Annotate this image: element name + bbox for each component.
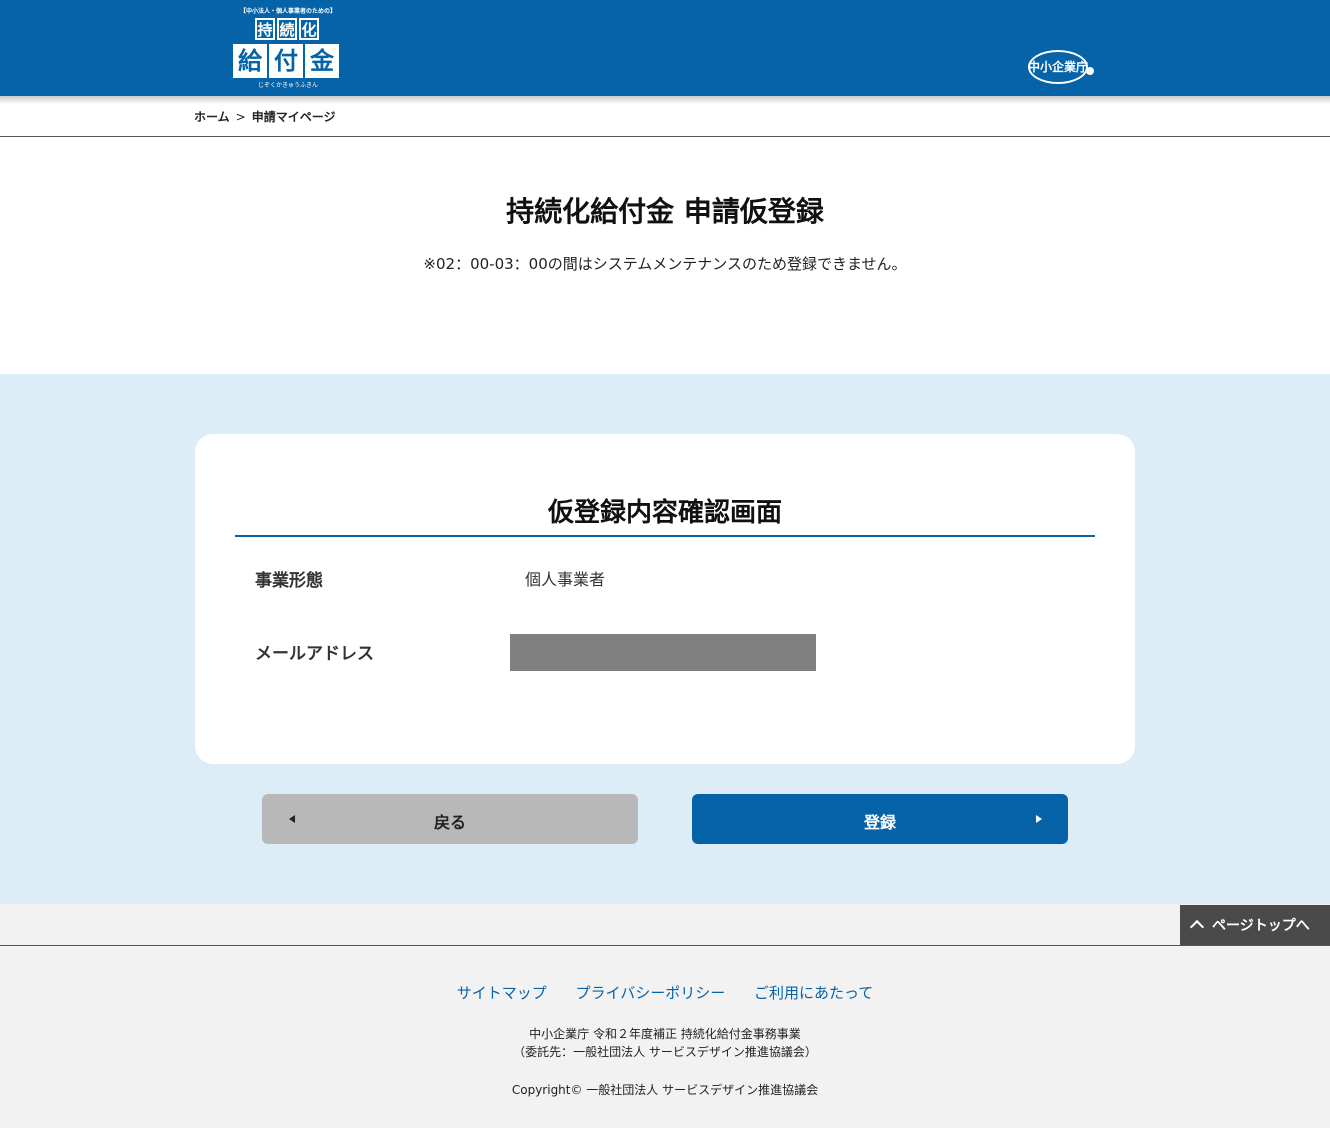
logo-char: 付 xyxy=(269,44,303,78)
caret-right-icon xyxy=(1036,815,1042,823)
agency-logo-text: 中小企業庁 xyxy=(1028,60,1089,74)
page-top-label: ページトップへ xyxy=(1212,918,1310,934)
site-header: 【中小法人・個人事業者のための】 持 続 化 給 付 金 じぞくかきゅうふきん … xyxy=(0,0,1330,96)
footer-link-sitemap[interactable]: サイトマップ xyxy=(457,984,547,1002)
logo-char: 持 xyxy=(255,18,275,40)
logo-char: 化 xyxy=(299,18,319,40)
logo-char: 続 xyxy=(277,18,297,40)
header-shadow xyxy=(0,96,1330,104)
logo-char: 給 xyxy=(233,44,267,78)
confirmation-card xyxy=(195,434,1135,764)
logo-top-text: 【中小法人・個人事業者のための】 xyxy=(239,8,336,15)
footer-contractor-text: （委託先：一般社団法人 サービスデザイン推進協議会） xyxy=(513,1045,817,1059)
page-top-button[interactable]: ページトップへ xyxy=(1180,905,1330,945)
back-button-label: 戻る xyxy=(433,813,466,832)
footer-link-privacy[interactable]: プライバシーポリシー xyxy=(576,984,726,1002)
email-value-redacted xyxy=(510,634,816,671)
jizokuka-kyufukin-logo[interactable]: 【中小法人・個人事業者のための】 持 続 化 給 付 金 じぞくかきゅうふきん xyxy=(233,6,343,92)
breadcrumb-separator: > xyxy=(235,110,246,124)
breadcrumb-current: 申請マイページ xyxy=(251,110,336,124)
maintenance-notice: ※02：00-03：00の間はシステムメンテナンスのため登録できません。 xyxy=(423,255,907,273)
logo-row1: 持 続 化 xyxy=(255,18,319,42)
footer-link-terms[interactable]: ご利用にあたって xyxy=(754,984,873,1002)
card-title-underline xyxy=(235,535,1095,537)
register-button-label: 登録 xyxy=(863,813,896,832)
card-title: 仮登録内容確認画面 xyxy=(547,498,782,528)
breadcrumb-divider xyxy=(0,136,1330,137)
footer-links: サイトマップ プライバシーポリシー ご利用にあたって xyxy=(0,982,1330,1003)
sme-agency-logo[interactable]: 中小企業庁 xyxy=(1028,50,1098,86)
footer-divider xyxy=(0,945,1330,946)
chevron-up-icon xyxy=(1189,919,1205,935)
logo-row2: 給 付 金 xyxy=(233,44,339,78)
breadcrumb: ホーム > 申請マイページ xyxy=(194,108,335,125)
footer-copyright: Copyright© 一般社団法人 サービスデザイン推進協議会 xyxy=(511,1083,819,1097)
email-label: メールアドレス xyxy=(255,644,374,664)
register-button[interactable]: 登録 xyxy=(692,794,1068,844)
business-type-value: 個人事業者 xyxy=(525,570,606,589)
back-button[interactable]: 戻る xyxy=(262,794,638,844)
footer-program-text: 中小企業庁 令和２年度補正 持続化給付金事務事業 xyxy=(529,1027,801,1041)
business-type-label: 事業形態 xyxy=(255,571,323,591)
logo-char: 金 xyxy=(305,44,339,78)
agency-logo-dot xyxy=(1086,67,1094,75)
page-title: 持続化給付金 申請仮登録 xyxy=(506,195,824,228)
breadcrumb-home-link[interactable]: ホーム xyxy=(194,110,230,124)
logo-reading-text: じぞくかきゅうふきん xyxy=(257,82,318,89)
